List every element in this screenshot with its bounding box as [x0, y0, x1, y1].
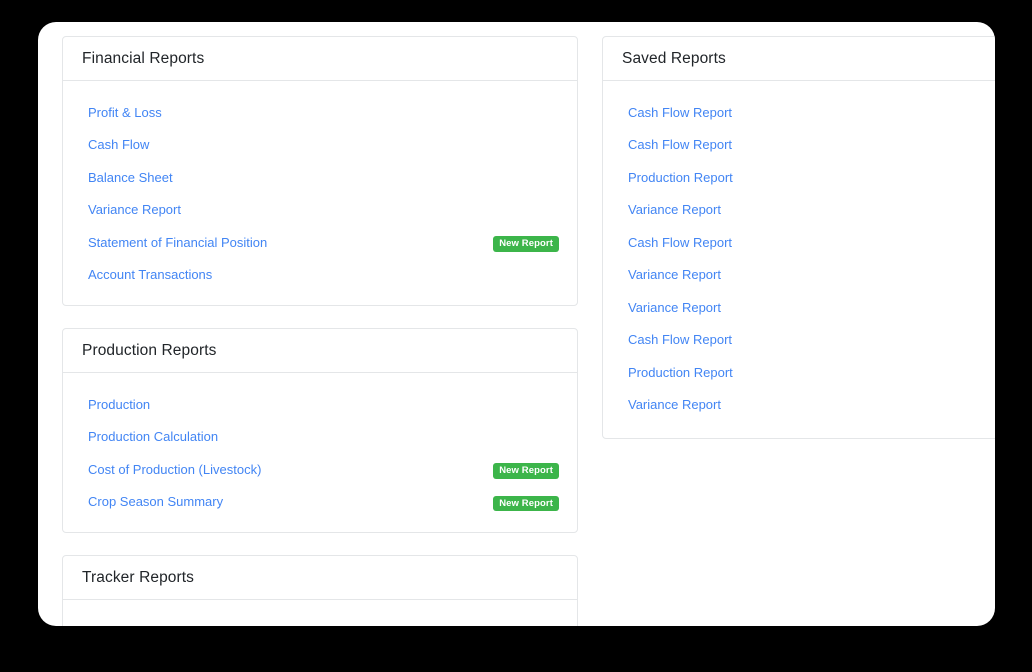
report-row: Cash Flow: [88, 129, 559, 162]
report-link-account-transactions[interactable]: Account Transactions: [88, 268, 212, 281]
report-row: Cash Flow Report: [628, 226, 995, 259]
card-body-tracker-reports: Tracker Summary: [63, 600, 577, 626]
report-row: Production Calculation: [88, 421, 559, 454]
card-title: Tracker Reports: [82, 568, 195, 586]
saved-report-link-7[interactable]: Cash Flow Report: [628, 333, 732, 346]
saved-report-link-9[interactable]: Variance Report: [628, 398, 721, 411]
saved-report-link-5[interactable]: Variance Report: [628, 268, 721, 281]
report-link-statement-of-financial-position[interactable]: Statement of Financial Position: [88, 236, 267, 249]
report-link-cash-flow[interactable]: Cash Flow: [88, 138, 149, 151]
report-row: Cash Flow Report: [628, 96, 995, 129]
app-window: Financial Reports Profit & Loss Cash Flow B…: [38, 22, 995, 626]
report-row: Cash Flow Report: [628, 324, 995, 357]
saved-report-link-1[interactable]: Cash Flow Report: [628, 138, 732, 151]
report-row: Statement of Financial Position New Repor…: [88, 226, 559, 259]
new-report-badge: New Report: [493, 463, 559, 479]
saved-report-link-3[interactable]: Variance Report: [628, 203, 721, 216]
card-title: Financial Reports: [82, 49, 205, 67]
card-title: Saved Reports: [622, 49, 726, 67]
badge-slot: New Report: [493, 460, 559, 479]
report-row: Variance Report: [88, 194, 559, 227]
report-row: Production Report: [628, 356, 995, 389]
card-body-financial-reports: Profit & Loss Cash Flow Balance Sheet Varia…: [63, 81, 577, 305]
report-row: Crop Season Summary New Report: [88, 486, 559, 519]
card-financial-reports: Financial Reports Profit & Loss Cash Flow B…: [62, 36, 578, 306]
saved-report-link-2[interactable]: Production Report: [628, 171, 733, 184]
card-production-reports: Production Reports Production Production C…: [62, 328, 578, 533]
report-link-production[interactable]: Production: [88, 398, 150, 411]
report-link-tracker-summary[interactable]: Tracker Summary: [88, 625, 191, 626]
saved-report-link-8[interactable]: Production Report: [628, 366, 733, 379]
saved-report-link-6[interactable]: Variance Report: [628, 301, 721, 314]
report-row: Cash Flow Report: [628, 129, 995, 162]
new-report-badge: New Report: [493, 495, 559, 511]
card-header-tracker-reports: Tracker Reports: [63, 556, 577, 600]
saved-report-link-0[interactable]: Cash Flow Report: [628, 106, 732, 119]
reports-left-column: Financial Reports Profit & Loss Cash Flow B…: [62, 36, 578, 626]
new-report-badge: New Report: [493, 236, 559, 252]
card-header-saved-reports: Saved ReportsGroups: [603, 37, 995, 81]
report-row: Variance Report: [628, 291, 995, 324]
report-row: Production Report: [628, 161, 995, 194]
report-link-variance-report[interactable]: Variance Report: [88, 203, 181, 216]
badge-slot: New Report: [493, 233, 559, 252]
report-row: Variance Report: [628, 389, 995, 422]
report-link-profit-loss[interactable]: Profit & Loss: [88, 106, 162, 119]
card-body-production-reports: Production Production Calculation Cost of …: [63, 373, 577, 532]
card-header-production-reports: Production Reports: [63, 329, 577, 373]
card-title: Production Reports: [82, 341, 217, 359]
card-saved-reports: Saved ReportsGroupsCash Flow ReportCash …: [602, 36, 995, 439]
report-row: Variance Report: [628, 194, 995, 227]
card-tracker-reports: Tracker Reports Tracker Summary: [62, 555, 578, 626]
report-row: Profit & Loss: [88, 96, 559, 129]
report-row: Cost of Production (Livestock) New Report: [88, 453, 559, 486]
badge-slot: New Report: [493, 493, 559, 511]
report-link-crop-season-summary[interactable]: Crop Season Summary: [88, 495, 223, 508]
report-link-balance-sheet[interactable]: Balance Sheet: [88, 171, 173, 184]
report-row: Production: [88, 388, 559, 421]
report-row: Account Transactions: [88, 259, 559, 292]
reports-page: Financial Reports Profit & Loss Cash Flow B…: [38, 22, 995, 626]
reports-right-column: Saved ReportsGroupsCash Flow ReportCash …: [602, 36, 995, 461]
report-link-production-calculation[interactable]: Production Calculation: [88, 430, 218, 443]
report-row: Balance Sheet: [88, 161, 559, 194]
card-header-financial-reports: Financial Reports: [63, 37, 577, 81]
report-link-cost-of-production-livestock[interactable]: Cost of Production (Livestock): [88, 463, 261, 476]
report-row: Tracker Summary: [88, 615, 559, 626]
card-body-saved-reports: Cash Flow Report Cash Flow Report Producti…: [603, 81, 995, 438]
saved-report-link-4[interactable]: Cash Flow Report: [628, 236, 732, 249]
report-row: Variance Report: [628, 259, 995, 292]
